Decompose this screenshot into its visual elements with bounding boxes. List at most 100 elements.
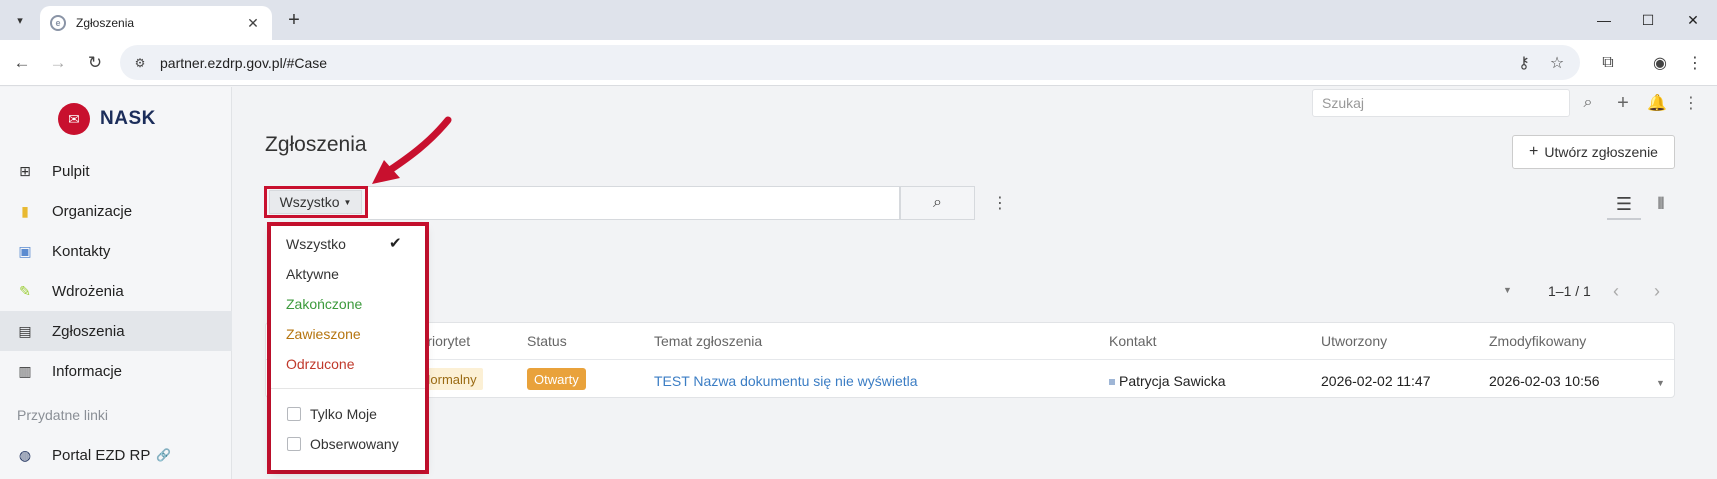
subject-link[interactable]: TEST Nazwa dokumentu się nie wyświetla: [654, 373, 918, 389]
sidebar-item-zgloszenia[interactable]: ▤ Zgłoszenia: [0, 311, 232, 351]
minimize-icon[interactable]: —: [1592, 8, 1616, 32]
reload-icon[interactable]: ↻: [84, 52, 106, 74]
plus-icon: +: [1529, 143, 1539, 160]
filter-option-aktywne[interactable]: Aktywne: [286, 266, 339, 282]
new-tab-plus-icon[interactable]: +: [282, 8, 306, 32]
checkbox-label: Obserwowany: [310, 436, 399, 452]
search-icon: ⌕: [933, 194, 942, 211]
filter-checkbox-obserwowany[interactable]: Obserwowany: [287, 436, 399, 452]
browser-menu-icon[interactable]: ⋮: [1684, 52, 1706, 74]
browser-tab-bar: ▾ e Zgłoszenia ✕ + — ☐ ✕: [0, 0, 1717, 40]
filter-dropdown-menu: Wszystko ✔ Aktywne Zakończone Zawieszone…: [271, 226, 425, 470]
filter-option-wszystko[interactable]: Wszystko: [286, 236, 346, 252]
column-header-created[interactable]: Utworzony: [1321, 333, 1387, 349]
sidebar-item-label: Informacje: [52, 362, 123, 380]
pagination-caret-icon[interactable]: ▼: [1503, 285, 1512, 295]
create-ticket-button[interactable]: + Utwórz zgłoszenie: [1512, 135, 1675, 169]
external-link-icon: 🔗: [156, 448, 172, 462]
add-plus-icon[interactable]: +: [1612, 92, 1634, 114]
column-header-modified[interactable]: Zmodyfikowany: [1489, 333, 1586, 349]
ticket-search-input[interactable]: [368, 186, 900, 220]
tickets-table: Priorytet Status Temat zgłoszenia Kontak…: [265, 322, 1675, 398]
globe-icon: ◍: [18, 446, 32, 463]
sidebar-link-label: Portal EZD RP: [52, 446, 151, 464]
grid-icon: ⊞: [19, 162, 31, 179]
checkbox-label: Tylko Moje: [310, 406, 377, 422]
sidebar-item-label: Wdrożenia: [52, 282, 124, 300]
created-cell: 2026-02-02 11:47: [1321, 373, 1431, 389]
window-close-icon[interactable]: ✕: [1681, 8, 1705, 32]
building-icon: ▮: [21, 202, 29, 219]
notification-bell-icon[interactable]: 🔔: [1646, 92, 1668, 114]
filter-dropdown-button[interactable]: Wszystko ▼: [269, 190, 362, 214]
sidebar-item-organizacje[interactable]: ▮ Organizacje: [0, 191, 232, 231]
book-icon: ▥: [18, 362, 32, 379]
page-title: Zgłoszenia: [265, 133, 367, 156]
back-arrow-icon[interactable]: ←: [11, 52, 33, 74]
annotation-arrow: [372, 116, 452, 184]
filter-option-zawieszone[interactable]: Zawieszone: [286, 326, 361, 342]
sidebar-item-label: Kontakty: [52, 242, 111, 260]
column-header-status[interactable]: Status: [527, 333, 567, 349]
sidebar-item-kontakty[interactable]: ▣ Kontakty: [0, 231, 232, 271]
create-ticket-label: Utwórz zgłoszenie: [1544, 144, 1658, 160]
address-bar[interactable]: ⚙ partner.ezdrp.gov.pl/#Case: [120, 45, 1580, 80]
extensions-puzzle-icon[interactable]: ⧉: [1597, 52, 1619, 74]
profile-avatar-icon[interactable]: ◉: [1649, 52, 1671, 74]
sidebar-link-portal-ezd[interactable]: ◍ Portal EZD RP 🔗: [0, 435, 232, 475]
prev-page-icon[interactable]: ‹: [1604, 279, 1628, 303]
nask-logo-mark-icon: ✉: [58, 103, 90, 135]
checkbox[interactable]: [287, 407, 301, 421]
sidebar-item-informacje[interactable]: ▥ Informacje: [0, 351, 232, 391]
nask-logo[interactable]: ✉ NASK: [58, 103, 156, 135]
sidebar-item-label: Zgłoszenia: [52, 322, 125, 340]
search-button[interactable]: ⌕: [900, 186, 975, 220]
row-actions-caret-icon[interactable]: ▼: [1656, 378, 1665, 388]
global-search-input[interactable]: Szukaj: [1312, 89, 1570, 117]
briefcase-icon: ▤: [18, 322, 32, 339]
column-header-contact[interactable]: Kontakt: [1109, 333, 1156, 349]
checkmark-icon: ✔: [389, 235, 402, 252]
header-divider: [266, 359, 1674, 360]
status-badge: Otwarty: [527, 368, 586, 390]
useful-links-label: Przydatne linki: [17, 407, 109, 423]
column-header-subject[interactable]: Temat zgłoszenia: [654, 333, 762, 349]
sidebar-item-label: Pulpit: [52, 162, 90, 180]
contact-card-icon: ▣: [18, 242, 32, 259]
more-options-icon[interactable]: ⋮: [990, 190, 1010, 216]
forward-arrow-icon[interactable]: →: [47, 52, 69, 74]
logo-text: NASK: [100, 108, 156, 129]
sidebar-item-wdrozenia[interactable]: ✎ Wdrożenia: [0, 271, 232, 311]
pagination-text: 1–1 / 1: [1548, 283, 1591, 299]
app-menu-icon[interactable]: ⋮: [1680, 92, 1702, 114]
site-info-icon[interactable]: ⚙: [130, 53, 150, 73]
caret-down-icon: ▼: [343, 197, 352, 207]
contact-cell[interactable]: Patrycja Sawicka: [1109, 373, 1226, 389]
maximize-icon[interactable]: ☐: [1636, 8, 1660, 32]
filter-option-odrzucone[interactable]: Odrzucone: [286, 356, 354, 372]
next-page-icon[interactable]: ›: [1645, 279, 1669, 303]
key-icon[interactable]: ⚷: [1513, 52, 1535, 74]
ezd-favicon-icon: e: [50, 15, 66, 31]
browser-toolbar: ← → ↻ ⚙ partner.ezdrp.gov.pl/#Case ⚷ ☆ ⧉…: [0, 40, 1717, 86]
filter-selected-label: Wszystko: [279, 194, 340, 210]
dropdown-divider: [271, 388, 425, 389]
tab-search-chevron-icon[interactable]: ▾: [8, 8, 32, 32]
url-text[interactable]: partner.ezdrp.gov.pl/#Case: [160, 55, 327, 71]
contact-name: Patrycja Sawicka: [1119, 373, 1226, 389]
kanban-view-icon[interactable]: ⫴: [1644, 190, 1678, 220]
sidebar-item-label: Organizacje: [52, 202, 133, 220]
pencil-icon: ✎: [19, 282, 31, 299]
filter-checkbox-tylko-moje[interactable]: Tylko Moje: [287, 406, 377, 422]
browser-tab[interactable]: e Zgłoszenia ✕: [40, 6, 272, 40]
modified-cell: 2026-02-03 10:56: [1489, 373, 1600, 389]
list-view-icon[interactable]: ☰: [1607, 190, 1641, 220]
filter-option-zakonczone[interactable]: Zakończone: [286, 296, 362, 312]
close-tab-icon[interactable]: ✕: [244, 15, 262, 32]
search-icon[interactable]: ⌕: [1577, 92, 1599, 114]
checkbox[interactable]: [287, 437, 301, 451]
bookmark-star-icon[interactable]: ☆: [1546, 52, 1568, 74]
sidebar: ✉ NASK ⊞ Pulpit ▮ Organizacje ▣ Kontakty…: [0, 87, 232, 479]
tab-title: Zgłoszenia: [76, 16, 135, 30]
sidebar-item-pulpit[interactable]: ⊞ Pulpit: [0, 151, 232, 191]
